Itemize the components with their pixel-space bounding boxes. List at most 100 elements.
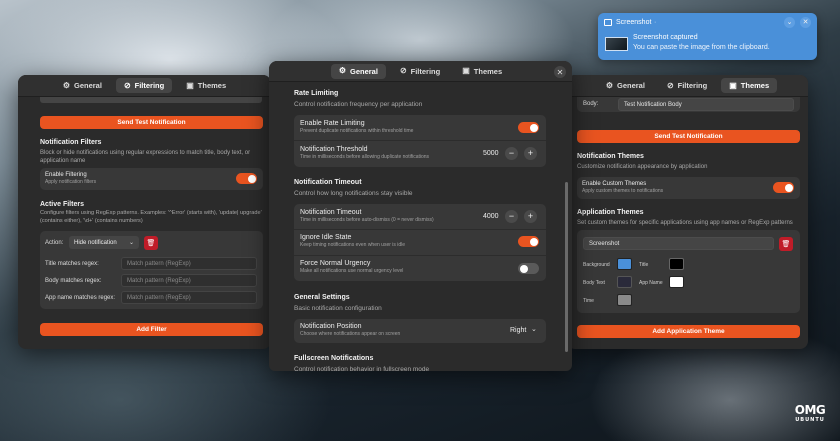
tab-general[interactable]: ⚙ General: [330, 63, 386, 79]
title-color-label: Title: [639, 262, 649, 268]
position-subtitle: Choose where notifications appear on scr…: [300, 331, 401, 337]
app-name-color-swatch[interactable]: [669, 276, 684, 288]
enable-rate-limiting-subtitle: Prevent duplicate notifications within t…: [300, 128, 414, 134]
chevron-down-icon: ⌄: [786, 19, 793, 26]
tab-general[interactable]: ⚙ General: [598, 78, 653, 93]
trash-icon: 🗑: [146, 240, 156, 247]
gear-icon: ⚙: [338, 66, 346, 75]
chevron-down-icon: ⌄: [531, 326, 537, 333]
notification-themes-description: Customize notification appearance by app…: [577, 164, 708, 170]
delete-filter-button[interactable]: 🗑: [144, 236, 158, 250]
close-button[interactable]: ✕: [554, 66, 566, 78]
close-icon: ✕: [556, 67, 564, 77]
add-filter-button[interactable]: Add Filter: [40, 323, 263, 336]
enable-custom-themes-row: Enable Custom Themes Apply custom themes…: [577, 177, 800, 199]
notification-app-icon: [604, 19, 612, 26]
threshold-title: Notification Threshold: [300, 146, 368, 153]
timeout-increase-button[interactable]: +: [524, 210, 537, 223]
tab-filtering[interactable]: ⊘ Filtering: [392, 64, 448, 79]
tab-themes[interactable]: ▣ Themes: [178, 78, 234, 93]
filters-description: Block or hide notifications using regula…: [40, 150, 251, 165]
enable-custom-themes-subtitle: Apply custom themes to notifications: [582, 188, 664, 194]
chevron-down-icon: ⌄: [128, 240, 134, 246]
time-color-swatch[interactable]: [617, 294, 632, 306]
gear-icon: ⚙: [605, 80, 613, 90]
body-regex-input[interactable]: Match pattern (RegExp): [121, 274, 257, 287]
timeout-value[interactable]: 4000: [483, 213, 499, 220]
tab-filtering[interactable]: ⊘ Filtering: [115, 78, 173, 93]
enable-custom-themes-title: Enable Custom Themes: [582, 181, 647, 187]
notification-title: Screenshot captured: [633, 34, 698, 41]
timeout-decrease-button[interactable]: −: [505, 210, 518, 223]
threshold-value[interactable]: 5000: [483, 150, 499, 157]
header-bar: ⚙ General ⊘ Filtering ▣ Themes: [18, 75, 271, 97]
enable-custom-themes-toggle[interactable]: [773, 182, 794, 193]
ignore-idle-subtitle: Keep timing notifications even when user…: [300, 242, 406, 248]
app-name-input[interactable]: Screenshot: [583, 237, 774, 250]
enable-rate-limiting-toggle[interactable]: [518, 122, 539, 133]
threshold-decrease-button[interactable]: −: [505, 147, 518, 160]
title-regex-input[interactable]: Match pattern (RegExp): [121, 257, 257, 270]
send-test-notification-button[interactable]: Send Test Notification: [40, 116, 263, 129]
threshold-subtitle: Time in milliseconds before allowing dup…: [300, 154, 430, 160]
ignore-idle-toggle[interactable]: [518, 236, 539, 247]
tab-filtering[interactable]: ⊘ Filtering: [659, 78, 715, 93]
enable-filtering-row: Enable Filtering Apply notification filt…: [40, 168, 263, 190]
header-bar: ⚙ General ⊘ Filtering ▣ Themes ✕: [269, 61, 572, 82]
rate-limiting-description: Control notification frequency per appli…: [294, 101, 423, 108]
force-normal-toggle[interactable]: [518, 263, 539, 274]
rate-limiting-card: Enable Rate Limiting Prevent duplicate n…: [294, 115, 546, 167]
add-application-theme-button[interactable]: Add Application Theme: [577, 325, 800, 338]
notification-time-dot: ·: [654, 19, 657, 26]
background-label: Background: [583, 262, 610, 268]
app-regex-input[interactable]: Match pattern (RegExp): [121, 291, 257, 304]
background-color-swatch[interactable]: [617, 258, 632, 270]
omg-ubuntu-logo: OMG UBUNTU: [793, 404, 827, 432]
position-row[interactable]: Notification Position Choose where notif…: [294, 319, 546, 343]
body-input[interactable]: Test Notification Body: [618, 98, 794, 111]
body-row: Body: Test Notification Body: [577, 97, 800, 112]
image-icon: ▣: [186, 80, 194, 90]
action-dropdown[interactable]: Hide notification ⌄: [69, 236, 139, 249]
fullscreen-title: Fullscreen Notifications: [294, 355, 374, 362]
notification-collapse-button[interactable]: ⌄: [784, 17, 795, 28]
divider: [294, 255, 546, 256]
filter-icon: ⊘: [666, 80, 674, 90]
partial-input[interactable]: [40, 97, 262, 103]
gear-icon: ⚙: [62, 80, 70, 90]
timeout-title: Notification Timeout: [294, 179, 362, 186]
header-bar: ⚙ General ⊘ Filtering ▣ Themes: [567, 75, 808, 97]
tab-general[interactable]: ⚙ General: [55, 78, 110, 93]
filter-card: Action: Hide notification ⌄ 🗑 Title matc…: [40, 231, 263, 309]
action-label: Action:: [45, 240, 64, 246]
force-normal-title: Force Normal Urgency: [300, 260, 371, 267]
themes-window: ⚙ General ⊘ Filtering ▣ Themes Body: Test N…: [567, 75, 808, 349]
timeout-row-subtitle: Time in milliseconds before auto-dismiss…: [300, 217, 434, 223]
application-themes-title: Application Themes: [577, 209, 644, 216]
title-color-swatch[interactable]: [669, 258, 684, 270]
body-regex-label: Body matches regex:: [45, 278, 102, 284]
app-name-color-label: App Name: [639, 280, 663, 286]
body-text-color-swatch[interactable]: [617, 276, 632, 288]
notification-popup[interactable]: Screenshot · ⌄ ✕ Screenshot captured You…: [598, 13, 817, 60]
notification-close-button[interactable]: ✕: [800, 17, 811, 28]
rate-limiting-title: Rate Limiting: [294, 90, 339, 97]
force-normal-subtitle: Make all notifications use normal urgenc…: [300, 268, 404, 274]
delete-theme-button[interactable]: 🗑: [779, 237, 793, 251]
app-regex-label: App name matches regex:: [45, 295, 116, 301]
enable-filtering-title: Enable Filtering: [45, 172, 87, 178]
time-label: Time: [583, 298, 594, 304]
notification-app-name: Screenshot: [616, 19, 652, 26]
enable-rate-limiting-title: Enable Rate Limiting: [300, 120, 365, 127]
timeout-row-title: Notification Timeout: [300, 209, 362, 216]
notification-themes-title: Notification Themes: [577, 153, 644, 160]
tab-themes[interactable]: ▣ Themes: [454, 64, 510, 79]
active-filters-title: Active Filters: [40, 201, 84, 208]
send-test-notification-button[interactable]: Send Test Notification: [577, 130, 800, 143]
tab-themes[interactable]: ▣ Themes: [721, 78, 778, 93]
general-settings-description: Basic notification configuration: [294, 305, 382, 312]
timeout-card: Notification Timeout Time in millisecond…: [294, 204, 546, 281]
enable-filtering-toggle[interactable]: [236, 173, 257, 184]
threshold-increase-button[interactable]: +: [524, 147, 537, 160]
scrollbar[interactable]: [565, 182, 568, 352]
